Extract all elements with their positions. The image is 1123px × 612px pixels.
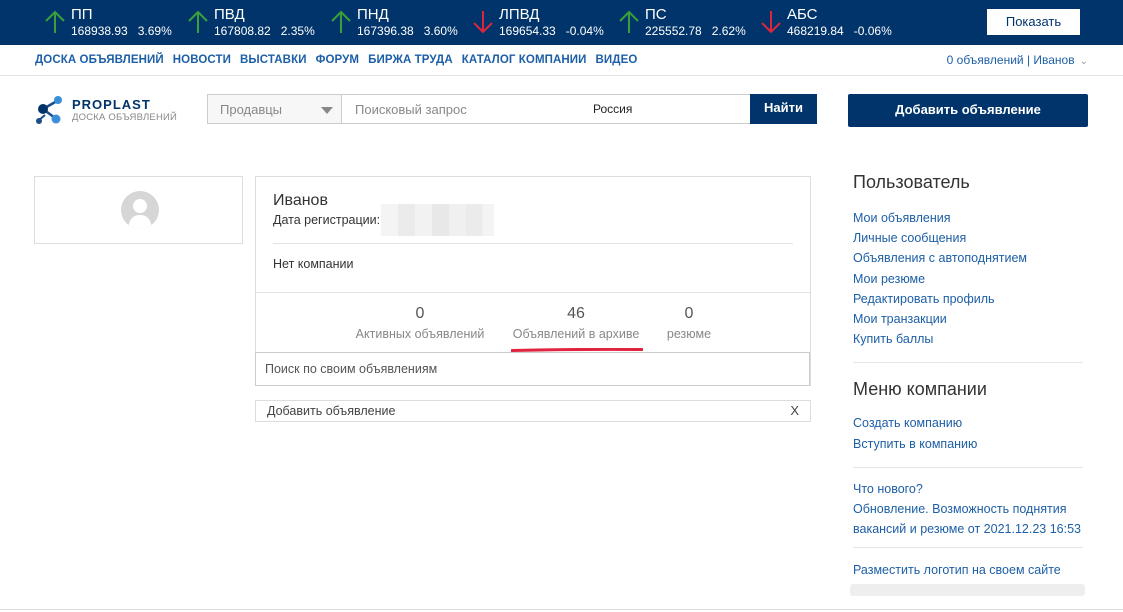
top-navigation: ДОСКА ОБЪЯВЛЕНИЙ НОВОСТИ ВЫСТАВКИ ФОРУМ … [0,45,1123,76]
registration-label: Дата регистрации: [273,213,381,227]
link-messages[interactable]: Личные сообщения [853,228,1085,248]
ticker-price: 169654.33 [499,24,556,38]
user-menu-label: 0 объявлений | Иванов [946,53,1075,67]
nav-link-exhibitions[interactable]: ВЫСТАВКИ [240,54,307,66]
user-silhouette-icon [128,199,152,229]
code-snippet-box [850,584,1085,596]
company-links: Создать компанию Вступить в компанию [853,413,1085,453]
search-input[interactable] [341,94,586,124]
link-news-update[interactable]: Обновление. Возможность поднятия ваканси… [853,499,1085,539]
arrow-up-icon [619,10,639,33]
footer-divider [0,609,1123,610]
stat-label: резюме [666,327,712,341]
stat-resumes[interactable]: 0 резюме [658,305,720,341]
link-edit-profile[interactable]: Редактировать профиль [853,289,1085,309]
search-category-value: Продавцы [220,102,283,117]
user-menu-title: Пользователь [853,172,970,192]
ticker-name: ПВД [214,6,245,23]
news-block: Что нового? Обновление. Возможность подн… [853,479,1085,539]
ticker-name: ЛПВД [499,6,540,23]
right-sidebar: Пользователь Мои объявления Личные сообщ… [853,172,1085,580]
arrow-up-icon [331,10,351,33]
own-ads-search-input[interactable] [255,352,810,386]
divider [853,466,1083,468]
ticker-change: 3.60% [423,24,458,38]
add-ad-strip[interactable]: Добавить объявление X [255,400,811,422]
search-category-select[interactable]: Продавцы [207,94,342,124]
ticker-change: 2.35% [280,24,315,38]
divider [853,546,1083,548]
link-whats-new[interactable]: Что нового? [853,479,1085,499]
arrow-down-icon [473,11,493,34]
avatar-box [34,176,243,244]
stat-label: Объявлений в архиве [512,327,640,341]
link-place-logo[interactable]: Разместить логотип на своем сайте [853,560,1085,580]
nav-link-video[interactable]: ВИДЕО [596,54,638,66]
region-input[interactable] [585,94,751,124]
link-my-resumes[interactable]: Мои резюме [853,269,1085,289]
divider [256,292,810,293]
logo-brand: PROPLAST [72,97,151,112]
arrow-up-icon [45,10,65,33]
stat-value: 0 [415,305,425,322]
site-logo[interactable]: PROPLAST ДОСКА ОБЪЯВЛЕНИЙ [35,93,185,127]
link-autoraise-ads[interactable]: Объявления с автоподнятием [853,248,1085,268]
stat-archived-ads[interactable]: 46 Объявлений в архиве [508,305,644,341]
ticker-price: 468219.84 [787,24,844,38]
link-create-company[interactable]: Создать компанию [853,413,1085,433]
avatar[interactable] [121,191,159,229]
ticker-price: 167808.82 [214,24,271,38]
stat-label: Активных объявлений [355,327,485,341]
nav-link-jobs[interactable]: БИРЖА ТРУДА [368,54,453,66]
nav-link-catalog[interactable]: КАТАЛОГ КОМПАНИИ [462,54,587,66]
ticker-change: 2.62% [711,24,746,38]
stat-value: 0 [684,305,694,322]
add-ad-button[interactable]: Добавить объявление [848,94,1088,127]
ticker-price: 167396.38 [357,24,414,38]
company-menu-title: Меню компании [853,379,987,400]
price-ticker: ПП 168938.93 3.69% ПВД 167808.82 2.35% ПНД… [0,0,1123,45]
profile-name: Иванов [273,192,328,209]
ticker-name: АБС [787,6,818,23]
ticker-change: -0.06% [853,24,892,38]
close-icon[interactable]: X [790,403,799,418]
ticker-change: 3.69% [137,24,172,38]
nav-link-board[interactable]: ДОСКА ОБЪЯВЛЕНИЙ [35,54,164,66]
link-my-transactions[interactable]: Мои транзакции [853,309,1085,329]
company-status: Нет компании [273,257,354,271]
add-ad-strip-label: Добавить объявление [267,404,396,418]
ticker-name: ПС [645,6,667,23]
nav-link-forum[interactable]: ФОРУМ [316,54,360,66]
registration-date-redacted [381,204,494,236]
stat-value: 46 [567,305,585,322]
nav-link-news[interactable]: НОВОСТИ [173,54,231,66]
ticker-name: ПП [71,6,93,23]
link-my-ads[interactable]: Мои объявления [853,208,1085,228]
link-join-company[interactable]: Вступить в компанию [853,434,1085,454]
molecule-logo-icon [36,96,62,124]
divider [273,243,793,244]
chevron-down-icon: ⌄ [1079,56,1088,67]
caret-down-icon [321,107,333,114]
stat-active-ads[interactable]: 0 Активных объявлений [354,305,486,341]
arrow-down-icon [761,11,781,34]
show-button[interactable]: Показать [987,9,1080,35]
user-menu[interactable]: 0 объявлений | Иванов ⌄ [947,53,1088,67]
logo-link-block: Разместить логотип на своем сайте [853,560,1085,580]
ticker-price: 225552.78 [645,24,702,38]
ticker-name: ПНД [357,6,389,23]
link-buy-points[interactable]: Купить баллы [853,329,1085,349]
ticker-change: -0.04% [565,24,604,38]
user-links: Мои объявления Личные сообщения Объявлен… [853,208,1085,349]
find-button[interactable]: Найти [750,94,817,124]
ticker-price: 168938.93 [71,24,128,38]
logo-subtitle: ДОСКА ОБЪЯВЛЕНИЙ [72,112,178,123]
arrow-up-icon [188,10,208,33]
divider [853,362,1083,364]
